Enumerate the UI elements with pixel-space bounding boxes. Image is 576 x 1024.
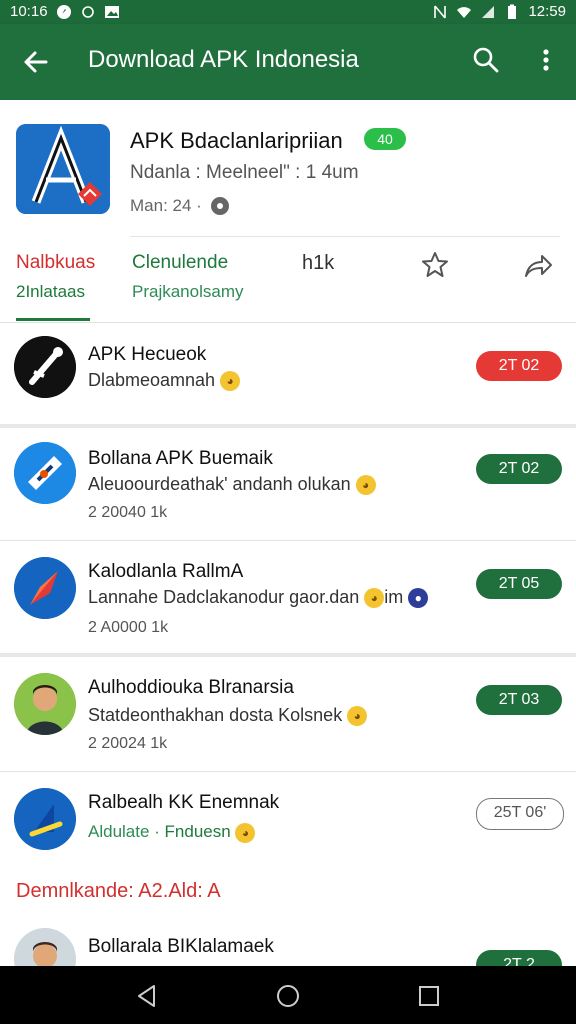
app-icon: [14, 442, 76, 504]
app-description: Dlabmeoamnah ◕: [88, 370, 241, 392]
divider: [0, 322, 576, 323]
app-meta: 2 20024 1k: [88, 735, 168, 752]
back-arrow-icon[interactable]: [18, 44, 54, 80]
app-name: Bollarala BIKlalamaek: [88, 936, 274, 957]
signal-icon: [482, 5, 495, 18]
rating-badge: 40: [364, 128, 406, 150]
page-title: Download APK Indonesia: [88, 46, 359, 73]
time-label: 12:59: [528, 3, 566, 20]
app-icon: [14, 788, 76, 850]
emoji-icon: ◕: [347, 706, 368, 727]
list-item[interactable]: Bollana APK Buemaik Aleuoourdeathak' and…: [0, 428, 576, 540]
tab-category[interactable]: Clenulende Prajkanolsamy: [132, 252, 244, 302]
app-name: Aulhoddiouka Blranarsia: [88, 677, 294, 698]
image-icon: [104, 5, 119, 18]
app-icon-avatar: [14, 673, 76, 735]
list-item[interactable]: Ralbealh KK Enemnak Aldulate · Fnduesn ◕…: [0, 772, 576, 872]
divider: [130, 236, 560, 237]
install-button[interactable]: 2T 2: [476, 950, 562, 966]
emoji-icon: ◕: [235, 822, 256, 843]
app-description-text: Aleuoourdeathak' andanh olukan: [88, 474, 351, 494]
recents-nav-icon[interactable]: [416, 983, 442, 1009]
app-description: Lannahe Dadclakanodur gaor.dan ◕ im ●: [88, 587, 429, 609]
app-description-text: Dlabmeoamnah: [88, 370, 216, 390]
app-name: Ralbealh KK Enemnak: [88, 792, 280, 813]
install-button[interactable]: 2T 02: [476, 351, 562, 381]
system-nav-bar: [0, 966, 576, 1024]
search-icon[interactable]: [470, 44, 502, 76]
app-name: Bollana APK Buemaik: [88, 448, 273, 469]
active-tab-indicator: [16, 318, 90, 321]
app-description-highlight: Fnduesn: [164, 822, 231, 841]
badge-icon: ●: [408, 588, 429, 609]
app-description: Statdeonthakhan dosta Kolsnek ◕: [88, 705, 368, 727]
app-description: Aldulate · Fnduesn ◕: [88, 822, 256, 843]
app-icon-avatar: [14, 928, 76, 966]
install-button[interactable]: 2T 03: [476, 685, 562, 715]
app-icon: [14, 336, 76, 398]
tab-size[interactable]: h1k: [302, 252, 334, 275]
install-button[interactable]: 25T 06': [476, 798, 564, 830]
app-icon: [14, 557, 76, 619]
compass-icon: [56, 4, 71, 19]
app-description-text: Aldulate ·: [88, 822, 165, 841]
more-vert-icon[interactable]: [530, 44, 562, 76]
featured-app-name: APK Bdaclanlaripriian: [130, 128, 343, 153]
featured-meta-text: Man: 24 ·: [130, 196, 202, 215]
share-icon[interactable]: [522, 250, 554, 280]
list-item[interactable]: Bollarala BIKlalamaek 2T 2: [0, 924, 576, 966]
time-label: 10:16: [10, 3, 48, 20]
featured-app-subtitle: Ndanla : Meelneel" : 1 4um: [130, 162, 359, 183]
app-description: Aleuoourdeathak' andanh olukan ◕: [88, 474, 376, 496]
featured-app-icon: [16, 124, 110, 214]
app-description-suffix: im: [384, 587, 404, 607]
install-button[interactable]: 2T 05: [476, 569, 562, 599]
app-meta: 2 20040 1k: [88, 504, 168, 521]
install-button[interactable]: 2T 02: [476, 454, 562, 484]
app-name: Kalodlanla RallmA: [88, 561, 244, 582]
emoji-icon: ◕: [364, 588, 385, 609]
list-item[interactable]: APK Hecueok Dlabmeoamnah ◕ 2T 02: [0, 324, 576, 424]
sync-icon: [81, 5, 94, 18]
status-bar: 10:16 12:59: [0, 0, 576, 24]
tab-label: Nalbkuas: [16, 252, 96, 273]
list-item[interactable]: Kalodlanla RallmA Lannahe Dadclakanodur …: [0, 541, 576, 653]
list-item[interactable]: Aulhoddiouka Blranarsia Statdeonthakhan …: [0, 657, 576, 771]
nfc-icon: [434, 4, 447, 19]
app-description-text: Lannahe Dadclakanodur gaor.dan: [88, 587, 360, 607]
battery-icon: [508, 4, 517, 19]
app-meta: 2 A0000 1k: [88, 619, 169, 636]
app-bar: Download APK Indonesia: [0, 24, 576, 100]
info-icon: [210, 197, 229, 215]
home-nav-icon[interactable]: [275, 983, 301, 1009]
app-description-text: Statdeonthakhan dosta Kolsnek: [88, 705, 343, 725]
featured-app-meta: Man: 24 ·: [130, 196, 230, 216]
tab-label: Clenulende: [132, 252, 229, 273]
app-name: APK Hecueok: [88, 344, 207, 365]
emoji-icon: ◕: [355, 475, 376, 496]
tab-sublabel: Prajkanolsamy: [132, 282, 244, 301]
tab-label: h1k: [302, 252, 335, 274]
tab-details[interactable]: Nalbkuas 2Inlataas: [16, 252, 95, 302]
back-nav-icon[interactable]: [134, 983, 160, 1009]
section-label: Demnlkande: A2.Ald: A: [16, 880, 221, 902]
featured-app-card[interactable]: APK Bdaclanlaripriian 40 Ndanla : Meelne…: [0, 100, 576, 321]
emoji-icon: ◕: [220, 371, 241, 392]
wifi-icon: [457, 6, 472, 18]
star-icon[interactable]: [420, 250, 450, 280]
tab-sublabel: 2Inlataas: [16, 282, 85, 301]
